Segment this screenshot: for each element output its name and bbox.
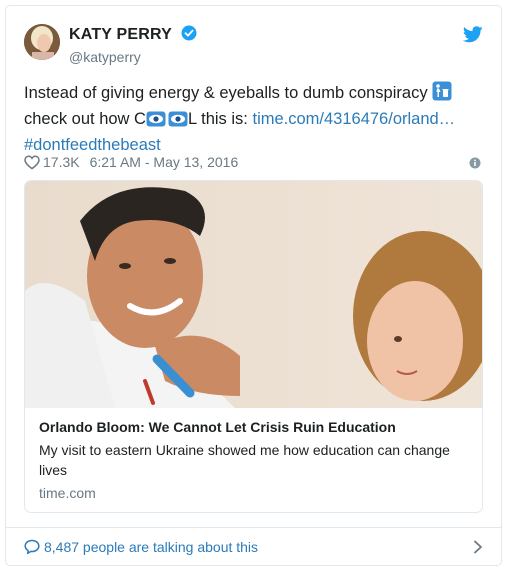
chevron-right-icon[interactable] [473, 540, 483, 559]
card-body: Orlando Bloom: We Cannot Let Crisis Ruin… [39, 417, 468, 501]
twitter-bird-icon[interactable] [462, 26, 483, 48]
tweet-header: KATY PERRY @katyperry [24, 24, 483, 66]
hashtag-link[interactable]: #dontfeedthebeast [24, 136, 161, 154]
timestamp[interactable]: 6:21 AM - May 13, 2016 [90, 154, 239, 170]
tweet-meta: 17.3K 6:21 AM - May 13, 2016 [24, 154, 483, 172]
verified-badge-icon [181, 25, 197, 46]
card-title[interactable]: Orlando Bloom: We Cannot Let Crisis Ruin… [39, 417, 468, 437]
heart-icon[interactable] [24, 155, 40, 173]
link-card[interactable]: Orlando Bloom: We Cannot Let Crisis Ruin… [24, 180, 483, 513]
handle[interactable]: @katyperry [69, 49, 197, 65]
no-littering-emoji-icon [432, 81, 452, 108]
talking-count[interactable]: 8,487 people are talking about this [44, 539, 258, 555]
like-count[interactable]: 17.3K [43, 154, 80, 170]
tweet-text-part1: Instead of giving energy & eyeballs to d… [24, 84, 428, 102]
author-info: KATY PERRY @katyperry [69, 25, 197, 65]
speech-bubble-icon [24, 539, 40, 558]
tweet-link[interactable]: time.com/4316476/orland… [252, 110, 455, 128]
tweet-footer[interactable]: 8,487 people are talking about this [6, 527, 501, 566]
display-name[interactable]: KATY PERRY [69, 26, 172, 44]
info-icon[interactable] [469, 156, 481, 172]
eye-emoji-icon-2 [168, 111, 188, 134]
card-description: My visit to eastern Ukraine showed me ho… [39, 442, 450, 478]
tweet-text-part2: check out how C [24, 110, 146, 128]
avatar[interactable] [24, 24, 60, 60]
conversation-link[interactable]: 8,487 people are talking about this [24, 539, 258, 558]
eye-emoji-icon [146, 111, 166, 134]
tweet-text-part3: L this is: [187, 110, 253, 128]
card-image[interactable] [25, 181, 482, 408]
embedded-tweet: KATY PERRY @katyperry Instead of giving … [5, 5, 502, 566]
card-domain: time.com [39, 485, 96, 501]
tweet-text: Instead of giving energy & eyeballs to d… [24, 81, 484, 157]
